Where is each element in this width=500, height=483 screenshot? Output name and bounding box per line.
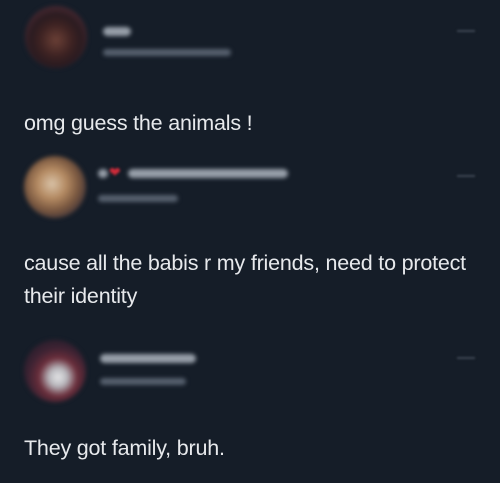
tweet-1[interactable]: omg guess the animals ! — [0, 0, 500, 150]
user-handle[interactable] — [100, 378, 186, 385]
display-name-prefix[interactable] — [98, 169, 108, 178]
tweet-text: cause all the babis r my friends, need t… — [24, 251, 466, 308]
heart-icon: ❤ — [109, 164, 121, 180]
avatar[interactable] — [24, 156, 86, 218]
display-name[interactable] — [100, 354, 196, 363]
more-options-icon[interactable] — [457, 357, 475, 359]
tweet-text: They got family, bruh. — [24, 436, 225, 460]
user-handle[interactable] — [103, 49, 231, 56]
tweet-text: omg guess the animals ! — [24, 111, 253, 135]
display-name[interactable] — [103, 27, 131, 36]
tweet-thread: omg guess the animals ! ❤ cause all the … — [0, 0, 500, 483]
tweet-2[interactable]: ❤ cause all the babis r my friends, need… — [0, 150, 500, 330]
avatar[interactable] — [25, 6, 87, 68]
more-options-icon[interactable] — [457, 30, 475, 32]
avatar[interactable] — [24, 340, 86, 402]
more-options-icon[interactable] — [457, 175, 475, 177]
display-name[interactable] — [128, 169, 288, 178]
tweet-3[interactable]: They got family, bruh. — [0, 330, 500, 483]
user-handle[interactable] — [98, 195, 178, 202]
